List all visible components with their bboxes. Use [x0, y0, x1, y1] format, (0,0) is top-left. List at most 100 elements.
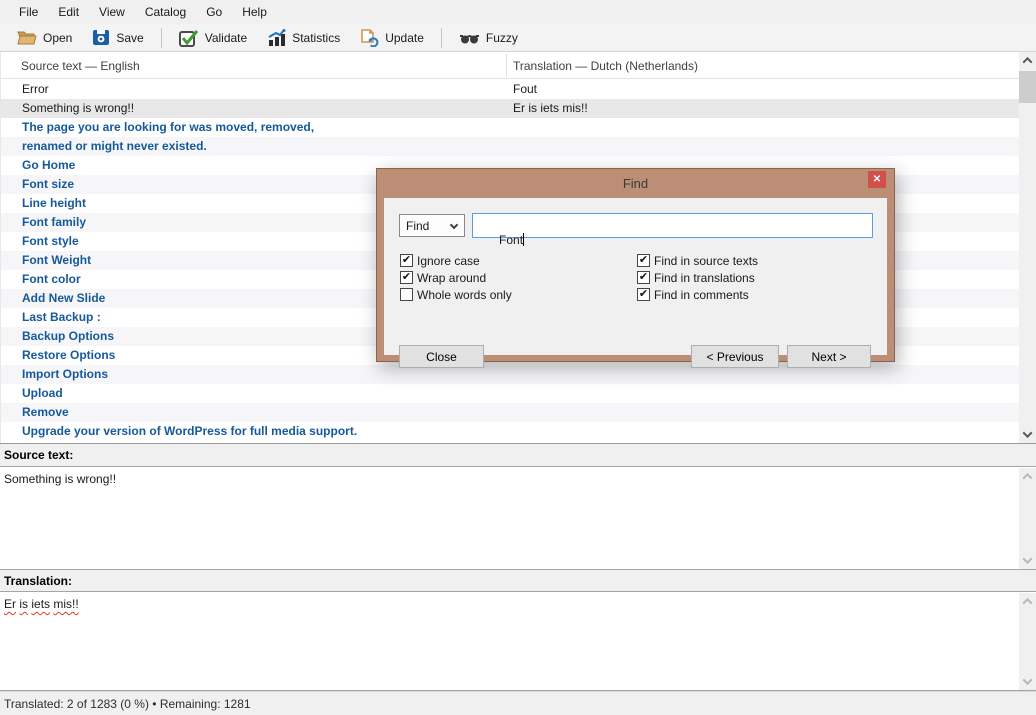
source-cell: Error — [1, 80, 506, 99]
list-item[interactable]: renamed or might never existed. — [1, 137, 1020, 156]
source-cell: Remove — [1, 403, 506, 422]
source-scrollbar[interactable] — [1019, 468, 1036, 569]
checkbox-label: Find in source texts — [654, 254, 758, 268]
menu-item-file[interactable]: File — [9, 1, 48, 23]
source-column-header[interactable]: Source text — English — [21, 59, 140, 73]
unchecked-checkbox-icon[interactable] — [400, 288, 413, 301]
scroll-down-button[interactable] — [1019, 426, 1036, 443]
text-caret — [523, 233, 524, 246]
source-cell: renamed or might never existed. — [1, 137, 506, 156]
find-option-wrap-around[interactable]: ✔ Wrap around — [400, 271, 512, 284]
checkbox-label: Ignore case — [417, 254, 480, 268]
statistics-button[interactable]: Statistics — [258, 25, 349, 51]
translation-scrollbar[interactable] — [1019, 593, 1036, 690]
checked-checkbox-icon[interactable]: ✔ — [400, 254, 413, 267]
menu-item-catalog[interactable]: Catalog — [135, 1, 196, 23]
menu-bar: File Edit View Catalog Go Help — [0, 0, 1036, 24]
update-button[interactable]: Update — [351, 25, 433, 51]
checkbox-label: Find in comments — [654, 288, 749, 302]
list-item[interactable]: Upload — [1, 384, 1020, 403]
source-cell: Something is wrong!! — [1, 99, 506, 118]
save-button[interactable]: Save — [83, 25, 152, 51]
translation-column-header[interactable]: Translation — Dutch (Netherlands) — [513, 59, 698, 73]
source-text-editor[interactable]: Something is wrong!! — [0, 466, 1036, 570]
list-scrollbar[interactable] — [1019, 52, 1036, 443]
menu-item-go[interactable]: Go — [196, 1, 232, 23]
misspelled-word: Er — [4, 597, 16, 611]
statistics-chart-icon — [267, 29, 286, 46]
find-dialog-title[interactable]: Find — [377, 169, 894, 198]
validate-check-icon — [179, 29, 199, 47]
translation-cell — [506, 422, 1020, 441]
update-refresh-icon — [360, 29, 379, 47]
checkbox-label: Find in translations — [654, 271, 755, 285]
translation-cell — [506, 118, 1020, 137]
fuzzy-glasses-icon — [459, 31, 480, 45]
status-text: Translated: 2 of 1283 (0 %) • Remaining:… — [4, 697, 251, 711]
find-option-find-in-source-texts[interactable]: ✔ Find in source texts — [637, 254, 758, 267]
misspelled-word: is — [19, 597, 28, 611]
close-button[interactable]: Close — [399, 345, 484, 368]
toolbar: Open Save Validate Statistics Update Fuz… — [0, 24, 1036, 52]
list-item[interactable]: ErrorFout — [1, 80, 1020, 99]
open-folder-icon — [17, 29, 37, 46]
chevron-down-icon — [1023, 428, 1033, 438]
menu-item-edit[interactable]: Edit — [48, 1, 89, 23]
toolbar-separator — [441, 28, 442, 48]
misspelled-word: iets — [31, 597, 50, 611]
translation-editor-text: Er is iets mis!! — [4, 597, 79, 611]
find-dialog-body: Find Font ✔ Ignore case ✔ Wrap around Whole … — [384, 198, 887, 355]
list-item[interactable]: Remove — [1, 403, 1020, 422]
search-input[interactable]: Font — [472, 213, 873, 238]
find-options-right: ✔ Find in source texts ✔ Find in translatio… — [637, 254, 758, 301]
validate-button[interactable]: Validate — [170, 25, 256, 51]
find-option-ignore-case[interactable]: ✔ Ignore case — [400, 254, 512, 267]
checkbox-label: Whole words only — [417, 288, 512, 302]
status-bar: Translated: 2 of 1283 (0 %) • Remaining:… — [0, 691, 1036, 715]
chevron-down-icon — [1023, 675, 1033, 685]
checked-checkbox-icon[interactable]: ✔ — [637, 254, 650, 267]
chevron-up-icon — [1023, 473, 1033, 483]
translation-editor[interactable]: Er is iets mis!! — [0, 591, 1036, 691]
scrollbar-thumb[interactable] — [1019, 71, 1036, 103]
translation-cell — [506, 137, 1020, 156]
source-cell: The page you are looking for was moved, … — [1, 118, 506, 137]
translation-cell: Fout — [506, 80, 1020, 99]
find-options-left: ✔ Ignore case ✔ Wrap around Whole words only — [400, 254, 512, 301]
translation-label: Translation: — [0, 570, 1036, 591]
source-cell: Upload — [1, 384, 506, 403]
source-text-label: Source text: — [0, 444, 1036, 466]
checkbox-label: Wrap around — [417, 271, 486, 285]
toolbar-separator — [161, 28, 162, 48]
translation-cell — [506, 384, 1020, 403]
find-mode-select[interactable]: Find — [399, 214, 465, 237]
source-cell: Upgrade your version of WordPress for fu… — [1, 422, 506, 441]
misspelled-word: mis!! — [53, 597, 78, 611]
checked-checkbox-icon[interactable]: ✔ — [637, 288, 650, 301]
list-item[interactable]: Something is wrong!!Er is iets mis!! — [1, 99, 1020, 118]
list-item[interactable]: The page you are looking for was moved, … — [1, 118, 1020, 137]
checked-checkbox-icon[interactable]: ✔ — [637, 271, 650, 284]
source-text-value: Something is wrong!! — [4, 472, 116, 486]
checked-checkbox-icon[interactable]: ✔ — [400, 271, 413, 284]
list-item[interactable]: Upgrade your version of WordPress for fu… — [1, 422, 1020, 441]
scroll-up-button[interactable] — [1019, 52, 1036, 69]
close-icon[interactable]: ✕ — [868, 171, 886, 188]
save-icon — [92, 29, 110, 46]
chevron-up-icon — [1023, 598, 1033, 608]
find-dialog: Find ✕ Find Font ✔ Ignore case ✔ Wrap aroun… — [376, 168, 895, 362]
chevron-down-icon — [450, 221, 458, 229]
find-option-whole-words-only[interactable]: Whole words only — [400, 288, 512, 301]
column-divider[interactable] — [506, 54, 507, 77]
menu-item-help[interactable]: Help — [232, 1, 277, 23]
chevron-up-icon — [1023, 57, 1033, 67]
previous-button[interactable]: < Previous — [691, 345, 779, 368]
fuzzy-button[interactable]: Fuzzy — [450, 25, 527, 51]
find-option-find-in-comments[interactable]: ✔ Find in comments — [637, 288, 758, 301]
translation-cell — [506, 403, 1020, 422]
menu-item-view[interactable]: View — [89, 1, 135, 23]
translation-cell: Er is iets mis!! — [506, 99, 1020, 118]
next-button[interactable]: Next > — [787, 345, 871, 368]
find-option-find-in-translations[interactable]: ✔ Find in translations — [637, 271, 758, 284]
open-button[interactable]: Open — [8, 25, 81, 51]
